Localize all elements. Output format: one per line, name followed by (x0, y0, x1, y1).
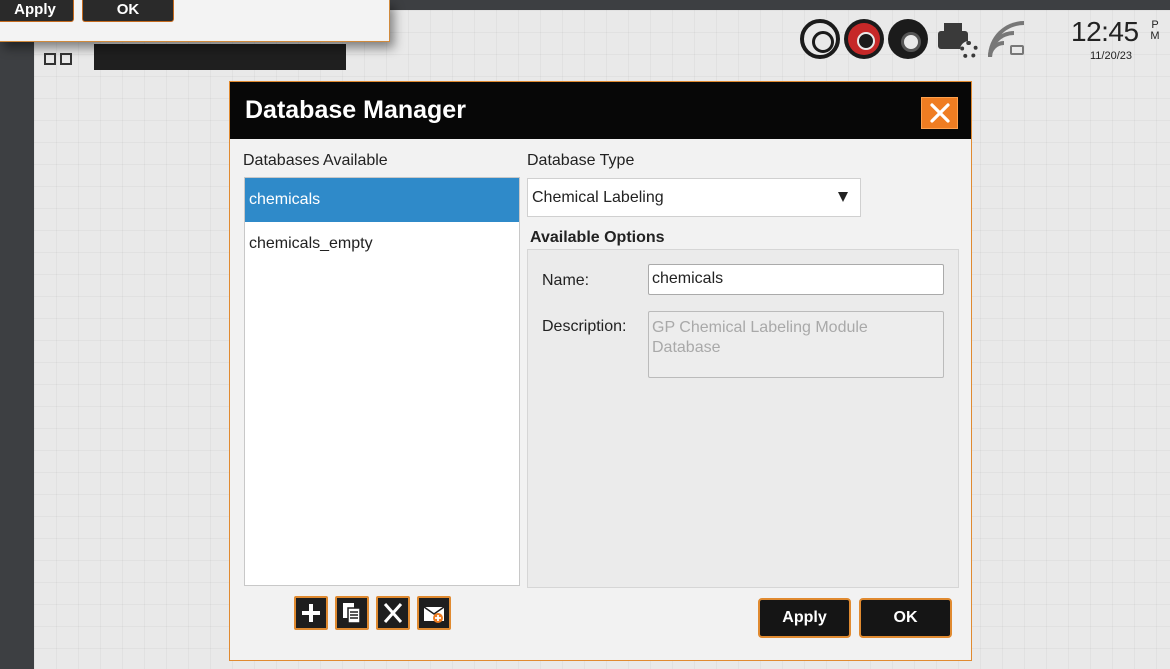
dialog-titlebar[interactable]: Database Manager (230, 82, 971, 139)
clock-time: 12:45 (1071, 16, 1139, 47)
database-list[interactable]: chemicals chemicals_empty (244, 177, 520, 586)
import-icon (423, 606, 445, 623)
databases-available-label: Databases Available (243, 152, 388, 169)
available-options-panel (527, 249, 959, 588)
database-manager-dialog: Database Manager Databases Available che… (229, 81, 972, 661)
background-squares (44, 52, 84, 65)
red-ribbon-reel-icon[interactable] (844, 19, 884, 59)
dialog-title: Database Manager (245, 96, 466, 124)
apply-button[interactable]: Apply (758, 598, 851, 638)
add-icon (302, 604, 320, 622)
status-icons (800, 14, 1028, 64)
database-type-select[interactable]: Chemical Labeling (527, 178, 861, 217)
clock-date: 11/20/23 (1090, 50, 1133, 62)
available-options-heading: Available Options (530, 229, 665, 246)
popup-ok-button[interactable]: OK (82, 0, 174, 22)
printer-settings-icon[interactable] (936, 19, 978, 59)
ok-button[interactable]: OK (859, 598, 952, 638)
popup-apply-button[interactable]: Apply (0, 0, 74, 22)
left-rail (0, 0, 34, 669)
copy-icon (343, 603, 361, 624)
add-database-button[interactable] (294, 596, 328, 630)
black-ribbon-reel-icon[interactable] (888, 19, 928, 59)
close-button[interactable] (921, 97, 958, 129)
description-field[interactable]: GP Chemical Labeling Module Database (648, 311, 944, 378)
background-popup: Apply OK (0, 0, 390, 42)
close-icon (929, 103, 950, 123)
clock: 12:45 PM 11/20/23 (1071, 16, 1167, 64)
list-item-chemicals[interactable]: chemicals (245, 178, 519, 222)
clock-ampm: PM (1150, 19, 1160, 42)
description-label: Description: (542, 318, 627, 335)
dropdown-arrow-icon (838, 192, 848, 202)
name-field[interactable]: chemicals (648, 264, 944, 295)
database-toolbar (294, 596, 451, 630)
database-type-value: Chemical Labeling (532, 189, 664, 206)
name-label: Name: (542, 272, 590, 289)
delete-icon (383, 603, 403, 623)
ribbon-reel-icon[interactable] (800, 19, 840, 59)
database-type-label: Database Type (527, 152, 635, 169)
background-toolbar-chip (94, 44, 346, 70)
import-database-button[interactable] (417, 596, 451, 630)
list-item-chemicals-empty[interactable]: chemicals_empty (245, 222, 519, 266)
copy-database-button[interactable] (335, 596, 369, 630)
delete-database-button[interactable] (376, 596, 410, 630)
wifi-icon[interactable] (988, 21, 1028, 57)
